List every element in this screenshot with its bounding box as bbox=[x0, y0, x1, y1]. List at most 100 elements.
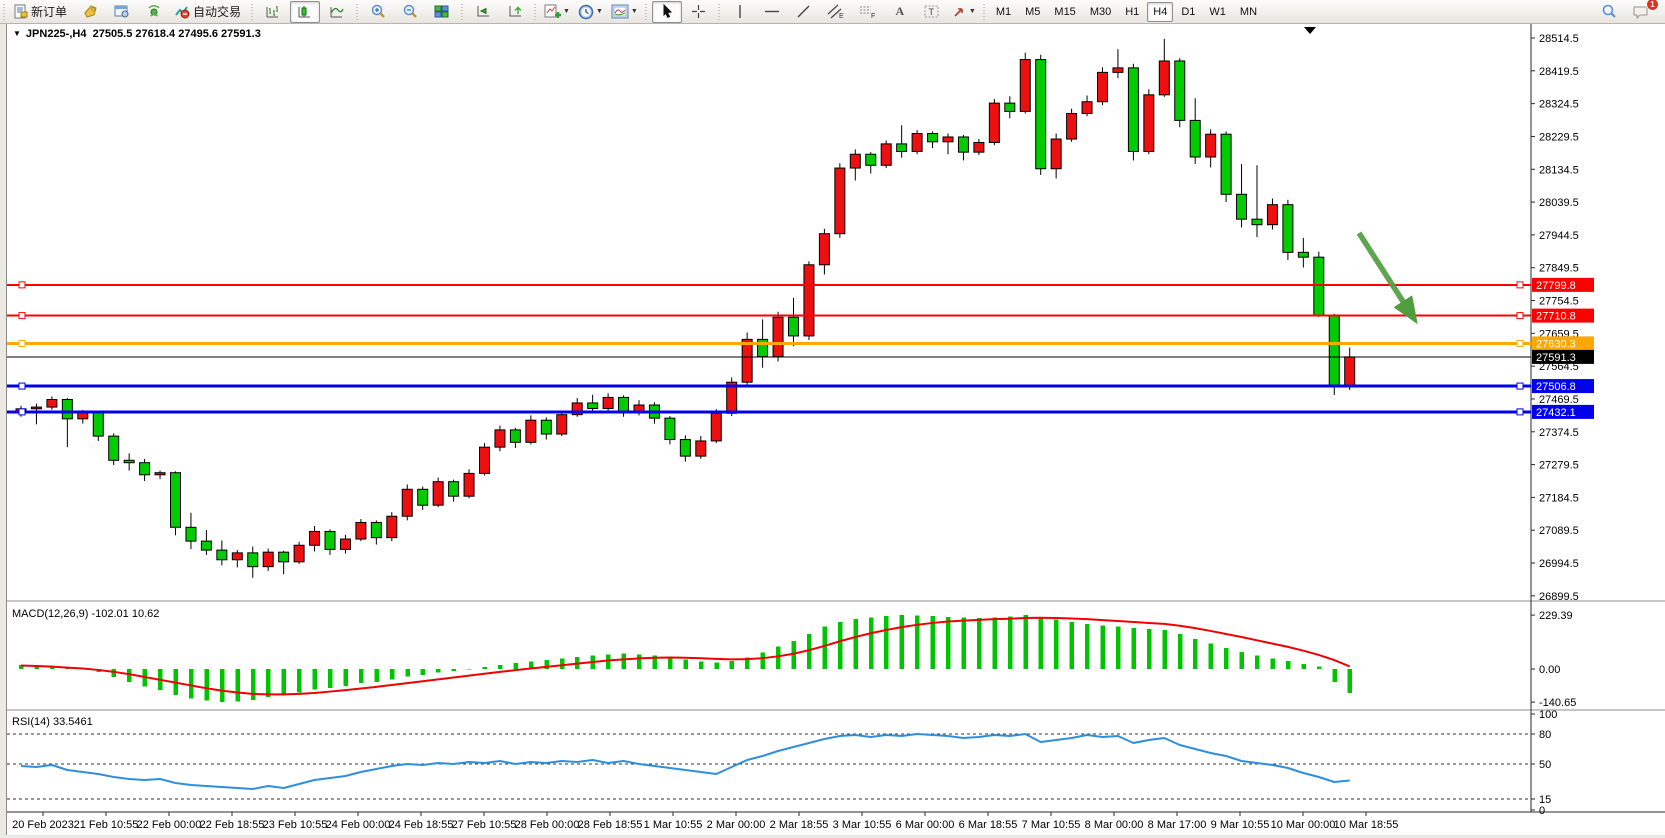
line-chart-type-button[interactable] bbox=[322, 1, 352, 23]
bar-chart-type-button[interactable] bbox=[258, 1, 288, 23]
cursor-tool-button[interactable] bbox=[652, 1, 682, 23]
timeframe-M15[interactable]: M15 bbox=[1048, 2, 1081, 22]
trendline-tool-button[interactable] bbox=[789, 1, 819, 23]
timeframe-M1[interactable]: M1 bbox=[990, 2, 1017, 22]
auto-scroll-button[interactable] bbox=[468, 1, 498, 23]
chevron-down-icon: ▼ bbox=[596, 8, 603, 15]
toolbar-grip bbox=[354, 4, 361, 20]
svg-text:21 Feb 10:55: 21 Feb 10:55 bbox=[74, 819, 139, 831]
vertical-line-tool-button[interactable] bbox=[725, 1, 755, 23]
svg-text:28 Feb 00:00: 28 Feb 00:00 bbox=[515, 819, 580, 831]
hline-27591.3[interactable]: 27591.3 bbox=[7, 350, 1594, 364]
scroll-to-end-marker[interactable] bbox=[1304, 27, 1316, 34]
bar-chart-icon bbox=[265, 4, 281, 19]
timeframe-H1[interactable]: H1 bbox=[1119, 2, 1145, 22]
toolbar-grip bbox=[716, 4, 723, 20]
svg-text:8 Mar 00:00: 8 Mar 00:00 bbox=[1085, 819, 1144, 831]
svg-text:-140.65: -140.65 bbox=[1539, 697, 1576, 709]
horizontal-line-icon bbox=[764, 4, 780, 19]
timeframe-D1[interactable]: D1 bbox=[1175, 2, 1201, 22]
timeframe-MN[interactable]: MN bbox=[1234, 2, 1263, 22]
timeframe-M30[interactable]: M30 bbox=[1084, 2, 1117, 22]
fibonacci-tool-button[interactable]: F bbox=[853, 1, 883, 23]
rsi-axis: 1008050150 bbox=[7, 709, 1557, 817]
svg-text:27591.3: 27591.3 bbox=[1536, 352, 1576, 364]
main-toolbar: 新订单 自动交易 ▼ ▼ bbox=[0, 0, 1665, 24]
toolbar-grip bbox=[459, 4, 466, 20]
svg-text:6 Mar 18:55: 6 Mar 18:55 bbox=[959, 819, 1018, 831]
trend-arrow-annotation[interactable] bbox=[1359, 233, 1413, 317]
timeframe-bar: M1M5M15M30H1H4D1W1MN bbox=[989, 2, 1264, 22]
timeframe-M5[interactable]: M5 bbox=[1019, 2, 1046, 22]
svg-text:10 Mar 18:55: 10 Mar 18:55 bbox=[1334, 819, 1399, 831]
hline-27710.8[interactable]: 27710.8 bbox=[7, 309, 1594, 323]
market-watch-button[interactable] bbox=[75, 1, 105, 23]
svg-text:229.39: 229.39 bbox=[1539, 610, 1573, 622]
svg-text:22 Feb 18:55: 22 Feb 18:55 bbox=[200, 819, 265, 831]
svg-text:27089.5: 27089.5 bbox=[1539, 525, 1579, 537]
template-icon bbox=[611, 4, 629, 19]
date-axis[interactable]: 20 Feb 202321 Feb 10:5522 Feb 00:0022 Fe… bbox=[12, 812, 1398, 831]
hline-27630.3[interactable]: 27630.3 bbox=[7, 336, 1594, 350]
svg-text:27754.5: 27754.5 bbox=[1539, 296, 1579, 308]
new-order-button[interactable]: 新订单 bbox=[10, 1, 73, 23]
data-window-icon bbox=[114, 4, 130, 19]
svg-text:27506.8: 27506.8 bbox=[1536, 381, 1576, 393]
crosshair-tool-button[interactable] bbox=[684, 1, 714, 23]
candles-layer bbox=[16, 39, 1355, 578]
zoom-in-button[interactable] bbox=[363, 1, 393, 23]
text-tool-button[interactable]: A bbox=[885, 1, 915, 23]
svg-text:27374.5: 27374.5 bbox=[1539, 427, 1579, 439]
tile-windows-button[interactable] bbox=[427, 1, 457, 23]
svg-text:2 Mar 00:00: 2 Mar 00:00 bbox=[707, 819, 766, 831]
text-label-tool-button[interactable]: T bbox=[917, 1, 947, 23]
hline-27799.8[interactable]: 27799.8 bbox=[7, 278, 1594, 292]
new-order-icon bbox=[13, 4, 28, 19]
svg-text:24 Feb 18:55: 24 Feb 18:55 bbox=[389, 819, 454, 831]
text-tool-icon: A bbox=[896, 4, 905, 19]
svg-text:23 Feb 10:55: 23 Feb 10:55 bbox=[263, 819, 328, 831]
templates-button[interactable]: ▼ bbox=[608, 1, 641, 23]
navigator-button[interactable] bbox=[139, 1, 169, 23]
svg-text:0.00: 0.00 bbox=[1539, 664, 1560, 676]
svg-text:27184.5: 27184.5 bbox=[1539, 492, 1579, 504]
svg-text:28324.5: 28324.5 bbox=[1539, 99, 1579, 111]
macd-axis: 229.39 0.00 -140.65 bbox=[1531, 610, 1576, 709]
data-window-button[interactable] bbox=[107, 1, 137, 23]
timeframe-H4[interactable]: H4 bbox=[1147, 2, 1173, 22]
horizontal-lines: 27799.8 27710.8 27630.3 27591.3 27506.8 27432… bbox=[7, 278, 1594, 419]
market-watch-icon bbox=[82, 4, 99, 19]
chart-shift-icon bbox=[507, 4, 523, 19]
horizontal-line-tool-button[interactable] bbox=[757, 1, 787, 23]
svg-text:9 Mar 10:55: 9 Mar 10:55 bbox=[1211, 819, 1270, 831]
toolbar-right-group: 1 bbox=[1593, 0, 1657, 23]
candlestick-chart[interactable]: 28514.528419.528324.528229.528134.528039… bbox=[7, 23, 1665, 835]
hline-27506.8[interactable]: 27506.8 bbox=[7, 379, 1594, 393]
svg-text:26899.5: 26899.5 bbox=[1539, 591, 1579, 603]
svg-text:27432.1: 27432.1 bbox=[1536, 407, 1576, 419]
chart-shift-button[interactable] bbox=[500, 1, 530, 23]
search-button[interactable] bbox=[1594, 1, 1624, 23]
text-label-icon: T bbox=[923, 4, 940, 19]
periods-button[interactable]: ▼ bbox=[575, 1, 606, 23]
chart-window: 28514.528419.528324.528229.528134.528039… bbox=[6, 23, 1665, 835]
new-chart-button[interactable]: ▼ bbox=[541, 1, 573, 23]
new-chart-icon bbox=[544, 4, 561, 20]
svg-text:28229.5: 28229.5 bbox=[1539, 131, 1579, 143]
line-chart-icon bbox=[329, 4, 345, 19]
svg-text:26994.5: 26994.5 bbox=[1539, 558, 1579, 570]
candlestick-chart-type-button[interactable] bbox=[290, 1, 320, 23]
svg-text:20 Feb 2023: 20 Feb 2023 bbox=[12, 819, 74, 831]
auto-trading-button[interactable]: 自动交易 bbox=[171, 1, 247, 23]
svg-text:T: T bbox=[929, 7, 935, 17]
search-icon bbox=[1601, 4, 1618, 20]
svg-text:28 Feb 18:55: 28 Feb 18:55 bbox=[578, 819, 643, 831]
candlestick-icon bbox=[297, 4, 313, 19]
timeframe-W1[interactable]: W1 bbox=[1203, 2, 1232, 22]
notifications-button[interactable]: 1 bbox=[1626, 1, 1656, 23]
arrows-tool-button[interactable]: ▼ bbox=[949, 1, 979, 23]
zoom-out-button[interactable] bbox=[395, 1, 425, 23]
hline-27432.1[interactable]: 27432.1 bbox=[7, 405, 1594, 419]
auto-trading-label: 自动交易 bbox=[190, 3, 244, 20]
equidistant-channel-tool-button[interactable]: E bbox=[821, 1, 851, 23]
